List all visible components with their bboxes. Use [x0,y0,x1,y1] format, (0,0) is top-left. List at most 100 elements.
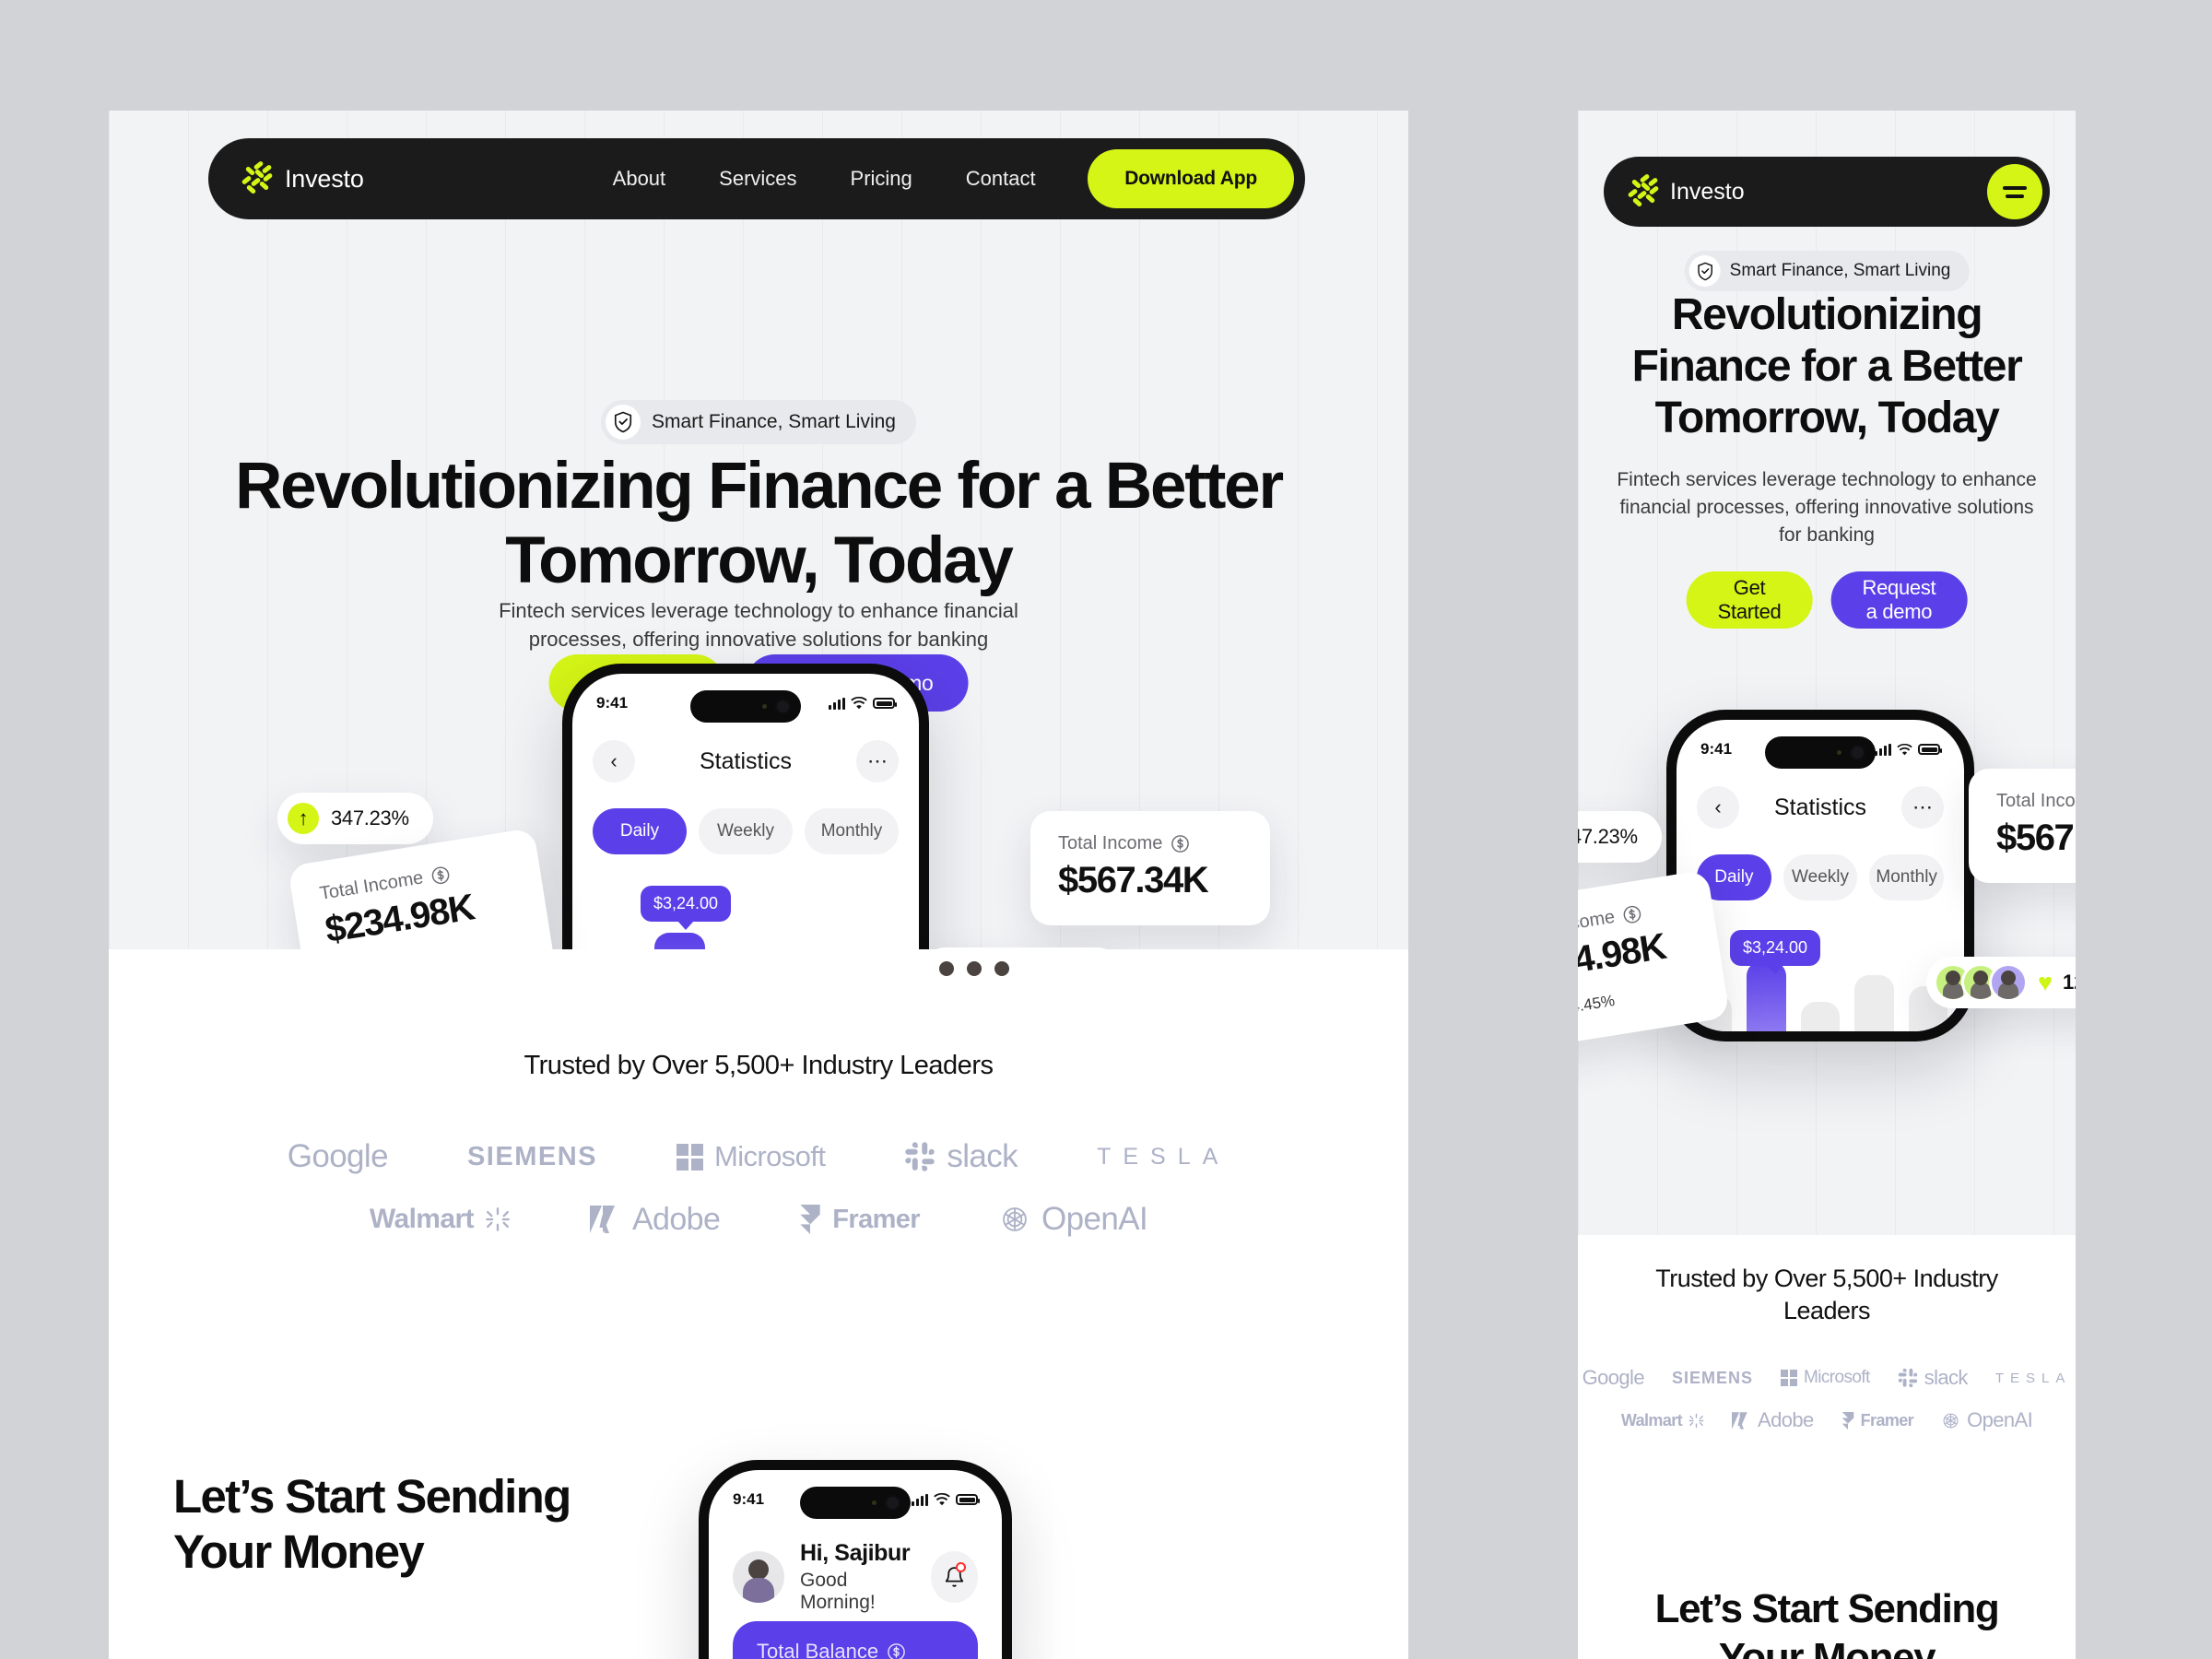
community-card: ♥ 12k+ [1926,957,2076,1008]
app-screen-title: Statistics [1773,794,1867,820]
logo-openai: OpenAI [1941,1408,2033,1432]
status-icons [912,1493,980,1506]
total-balance-label: Total Balance [757,1640,879,1659]
avatar [733,1551,784,1603]
logo-adobe: Adobe [589,1202,721,1238]
brand-name: Investo [1670,178,1745,205]
logo-google: Google [1582,1366,1645,1390]
request-demo-button[interactable]: Request a demo [1830,571,1968,629]
logo-framer-label: Framer [832,1204,920,1234]
dollar-circle-icon [432,866,450,885]
investo-logo-icon [1627,173,1660,208]
total-income-delta: 234.45% [1578,991,1617,1019]
logo-openai-label: OpenAI [1041,1201,1148,1237]
chevron-left-icon[interactable]: ‹ [593,740,635,782]
nav-link-pricing[interactable]: Pricing [851,167,912,191]
total-balance-card: Total Balance [733,1621,978,1659]
community-count: 12k+ [2063,971,2076,994]
openai-icon [1943,1413,1959,1429]
logo-microsoft-label: Microsoft [714,1140,826,1172]
segment-weekly[interactable]: Weekly [1783,854,1858,900]
chart-bar [1854,974,1894,1031]
signal-icon [1875,743,1891,756]
bell-icon[interactable] [931,1551,978,1603]
avatar-stack [1934,963,2028,1002]
segmented-control: Daily Weekly Monthly [1677,854,1964,900]
status-icons [1875,743,1942,756]
slack-icon [1898,1369,1917,1388]
logo-framer-label: Framer [1860,1410,1914,1430]
brand[interactable]: Investo [241,160,364,195]
percent-change-value: 347.23% [331,806,409,830]
mobile-page-title: Revolutionizing Finance for a Better Tom… [1631,290,2023,443]
wifi-icon [851,697,867,710]
card-label-row: Total Income [1996,791,2076,812]
segment-weekly[interactable]: Weekly [699,808,793,854]
logo-microsoft: Microsoft [1781,1368,1870,1388]
hero-section: Investo About Services Pricing Contact D… [109,111,1408,1064]
total-income-card-right: Total Income $567.34K [1969,769,2076,883]
logo-row-2: Walmart Adobe Framer OpenAI [109,1201,1408,1238]
total-income-delta-row: ↑ 234.45% [1578,978,1699,1025]
ellipsis-icon[interactable]: ⋯ [1901,786,1944,829]
nav-link-contact[interactable]: Contact [966,167,1036,191]
logo-row-2: Walmart Adobe Framer OpenAI [1578,1408,2076,1432]
logo-slack: slack [904,1138,1018,1175]
framer-icon [800,1205,820,1234]
mobile-trusted-section: Trusted by Over 5,500+ Industry Leaders … [1578,1235,2076,1539]
total-income-label: Total Income [1058,833,1163,853]
dynamic-island [690,690,801,723]
nav-link-about[interactable]: About [613,167,666,191]
status-time: 9:41 [733,1490,765,1508]
adobe-icon [589,1206,615,1233]
slack-icon [905,1142,935,1171]
heart-icon: ♥ [2038,968,2053,996]
greeting-name: Hi, Sajibur [800,1540,911,1566]
logo-microsoft-label: Microsoft [1804,1368,1870,1388]
ellipsis-icon[interactable]: ⋯ [856,740,899,782]
sending-section: Let’s Start Sending Your Money 9:41 Hi, … [109,1429,1408,1659]
nav-link-services[interactable]: Services [719,167,796,191]
segmented-control: Daily Weekly Monthly [572,808,919,854]
investo-logo-icon [241,160,274,195]
logo-siemens: SIEMENS [1671,1368,1754,1387]
chart-tooltip: $3,24.00 [641,886,732,922]
get-started-button[interactable]: Get Started [1686,571,1813,629]
total-income-value: $567.34K [1996,818,2076,858]
segment-monthly[interactable]: Monthly [805,808,899,854]
battery-icon [1918,744,1942,755]
logo-slack-label: slack [947,1138,1018,1174]
sending-heading: Let’s Start Sending Your Money [1654,1586,2000,1659]
dynamic-island [800,1487,911,1519]
segment-monthly[interactable]: Monthly [1869,854,1945,900]
mobile-hero-badge: Smart Finance, Smart Living [1684,251,1970,291]
trusted-heading: Trusted by Over 5,500+ Industry Leaders [524,1051,994,1080]
arrow-up-icon: ↑ [288,803,319,834]
logo-slack: slack [1898,1366,1968,1390]
logo-openai: OpenAI [999,1201,1148,1238]
dollar-circle-icon [1171,835,1190,853]
chevron-left-icon[interactable]: ‹ [1697,786,1739,829]
avatar [1989,963,2028,1002]
shield-check-icon [1688,255,1721,287]
logo-adobe-label: Adobe [1758,1408,1814,1432]
segment-daily[interactable]: Daily [593,808,687,854]
status-time: 9:41 [596,694,629,712]
mobile-navbar: Investo [1604,157,2050,227]
trusted-section: Trusted by Over 5,500+ Industry Leaders … [109,949,1408,1429]
logo-walmart: Walmart [370,1204,511,1235]
greeting: Hi, Sajibur Good Morning! [800,1540,915,1614]
mobile-hero-subtitle: Fintech services leverage technology to … [1617,469,2037,546]
dynamic-island [1765,736,1876,769]
hero-badge-text: Smart Finance, Smart Living [652,411,896,432]
logo-walmart-label: Walmart [369,1204,475,1234]
walmart-spark-icon [486,1207,510,1231]
logo-google: Google [287,1138,389,1174]
dollar-circle-icon [888,1642,905,1659]
hamburger-icon[interactable] [1987,164,2042,219]
logo-framer: Framer [799,1204,921,1235]
download-app-button[interactable]: Download App [1088,149,1294,208]
logo-openai-label: OpenAI [1967,1408,2033,1432]
page-title: Revolutionizing Finance for a Better Tom… [235,450,1284,597]
app-screen-title: Statistics [699,747,793,774]
